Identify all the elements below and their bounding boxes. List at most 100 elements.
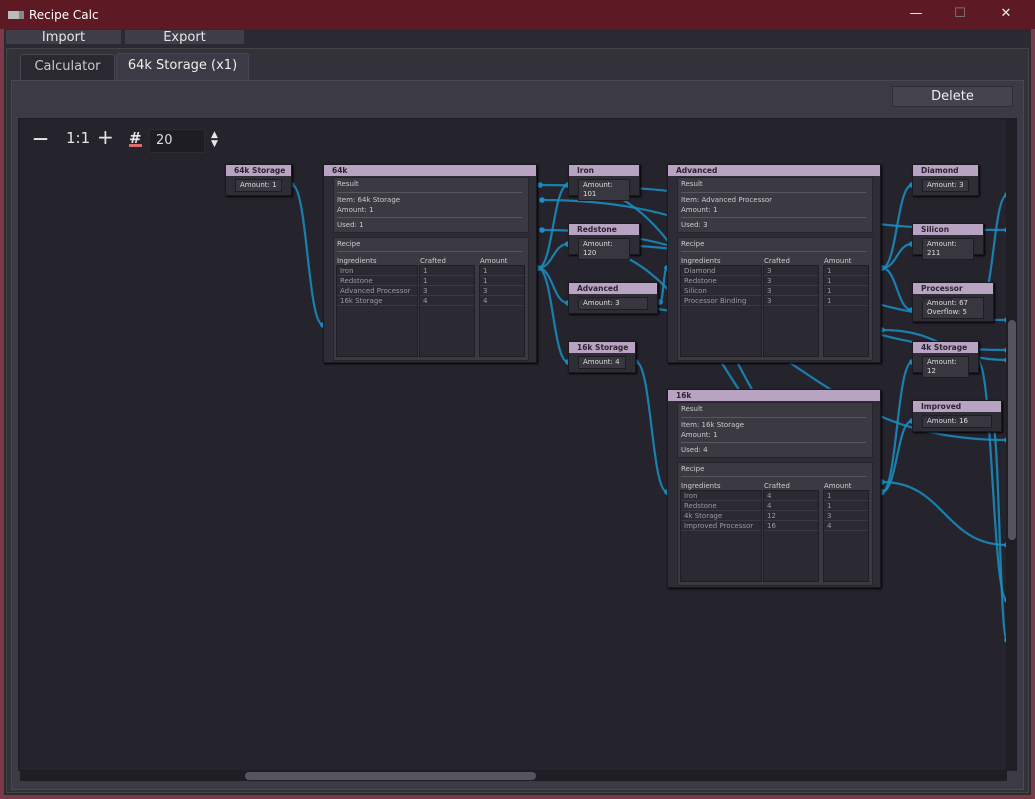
list-item[interactable]: Redstone	[681, 276, 761, 286]
item-node[interactable]: 4k Storage Amount: 12	[912, 341, 979, 378]
list-item[interactable]: 4	[764, 501, 818, 511]
scroll-thumb[interactable]	[245, 772, 536, 780]
list-item[interactable]: 1	[824, 266, 868, 276]
zoom-out-button[interactable]: —	[33, 129, 48, 151]
list-item[interactable]: 4	[764, 491, 818, 501]
node-title[interactable]: 4k Storage	[913, 342, 978, 353]
crafted-list[interactable]: 3333	[763, 265, 819, 357]
item-node[interactable]: Processor Binding Amount: 67 Overflow: 5	[912, 282, 994, 322]
tab-calculator[interactable]: Calculator	[20, 54, 115, 80]
item-node[interactable]: Diamond Amount: 3	[912, 164, 979, 196]
list-item[interactable]: 3	[824, 511, 868, 521]
list-item[interactable]: 16	[764, 521, 818, 531]
node-title[interactable]: Advanced	[668, 165, 880, 176]
port-dot[interactable]	[539, 227, 545, 233]
node-title[interactable]: 16k	[668, 390, 880, 401]
node-graph[interactable]: 64k Storage Amount: 1 Iron Amount: 101 Redst…	[18, 118, 1007, 771]
list-item[interactable]: 1	[824, 276, 868, 286]
item-node[interactable]: Improved Processor Amount: 16	[912, 400, 1002, 432]
close-button[interactable]: ✕	[996, 6, 1016, 22]
item-node[interactable]: Silicon Amount: 211	[912, 223, 984, 260]
horizontal-scrollbar[interactable]	[20, 771, 1007, 781]
list-item[interactable]: Diamond	[681, 266, 761, 276]
list-item[interactable]: 4	[480, 296, 524, 306]
node-title[interactable]: 64k Storage	[226, 165, 291, 176]
node-title[interactable]: Diamond	[913, 165, 978, 176]
list-item[interactable]: 3	[764, 276, 818, 286]
list-item[interactable]: 3	[420, 286, 474, 296]
amount-field[interactable]: Amount: 211	[922, 238, 974, 260]
item-node[interactable]: 16k Storage Amount: 4	[568, 341, 636, 373]
import-button[interactable]: Import	[5, 29, 122, 45]
list-item[interactable]: 4	[420, 296, 474, 306]
list-item[interactable]: 3	[764, 286, 818, 296]
grid-snap-icon[interactable]: #	[129, 129, 142, 147]
spinner-arrows-icon[interactable]: ▲ ▼	[211, 131, 218, 153]
node-title[interactable]: Iron	[569, 165, 639, 176]
port-dot[interactable]	[657, 299, 663, 305]
export-button[interactable]: Export	[124, 29, 245, 45]
amount-field[interactable]: Amount: 4	[578, 356, 626, 369]
list-item[interactable]: 12	[764, 511, 818, 521]
list-item[interactable]: 1	[824, 286, 868, 296]
delete-button[interactable]: Delete	[892, 86, 1013, 107]
recipe-node[interactable]: Advanced Result Item: Advanced Processor Am…	[667, 164, 881, 363]
ingredients-list[interactable]: Diamond Redstone Silicon Processor Binding	[680, 265, 762, 357]
list-item[interactable]: Iron	[337, 266, 417, 276]
node-title[interactable]: Advanced Processor	[569, 283, 657, 304]
list-item[interactable]: 4	[824, 521, 868, 531]
amount-field[interactable]: Amount: 1	[235, 179, 282, 192]
zoom-in-button[interactable]: +	[97, 125, 114, 149]
amount-field[interactable]: Amount: 101	[578, 179, 630, 201]
list-item[interactable]: Redstone	[337, 276, 417, 286]
list-item[interactable]: 4k Storage	[681, 511, 761, 521]
amount-field[interactable]: Amount: 12	[922, 356, 969, 378]
minimize-button[interactable]: —	[906, 6, 926, 22]
list-item[interactable]: 3	[764, 266, 818, 276]
amount-field[interactable]: Amount: 16	[922, 415, 992, 428]
list-item[interactable]: Processor Binding	[681, 296, 761, 306]
list-item[interactable]: 1	[420, 266, 474, 276]
crafted-list[interactable]: 1134	[419, 265, 475, 357]
node-title[interactable]: Processor Binding	[913, 283, 993, 304]
list-item[interactable]: 1	[824, 296, 868, 306]
amounts-list[interactable]: 1111	[823, 265, 869, 357]
scroll-thumb[interactable]	[1008, 320, 1016, 540]
list-item[interactable]: 16k Storage	[337, 296, 417, 306]
tab-64k-storage[interactable]: 64k Storage (x1)	[116, 53, 249, 81]
node-title[interactable]: 64k	[324, 165, 536, 176]
amount-field[interactable]: Amount: 3	[578, 297, 648, 310]
list-item[interactable]: Advanced Processor	[337, 286, 417, 296]
list-item[interactable]: 3	[480, 286, 524, 296]
list-item[interactable]: 1	[420, 276, 474, 286]
port-dot[interactable]	[537, 182, 543, 188]
recipe-node[interactable]: 64k Result Item: 64k Storage Amount: 1 Used:…	[323, 164, 537, 363]
ingredients-list[interactable]: Iron Redstone 4k Storage Improved Processor	[680, 490, 762, 582]
snap-distance-input[interactable]: 20	[149, 129, 205, 153]
amount-field[interactable]: Amount: 3	[922, 179, 969, 192]
list-item[interactable]: 1	[480, 266, 524, 276]
amounts-list[interactable]: 1134	[823, 490, 869, 582]
list-item[interactable]: Redstone	[681, 501, 761, 511]
list-item[interactable]: 3	[764, 296, 818, 306]
item-node[interactable]: Iron Amount: 101	[568, 164, 640, 201]
amount-field[interactable]: Amount: 67 Overflow: 5	[922, 297, 984, 319]
node-title[interactable]: Silicon	[913, 224, 983, 235]
item-node[interactable]: Advanced Processor Amount: 3	[568, 282, 658, 314]
node-title[interactable]: Improved Processor	[913, 401, 1001, 422]
list-item[interactable]: Iron	[681, 491, 761, 501]
list-item[interactable]: 1	[824, 491, 868, 501]
list-item[interactable]: 1	[824, 501, 868, 511]
vertical-scrollbar[interactable]	[1007, 118, 1017, 771]
amounts-list[interactable]: 1134	[479, 265, 525, 357]
list-item[interactable]: Improved Processor	[681, 521, 761, 531]
list-item[interactable]: Silicon	[681, 286, 761, 296]
crafted-list[interactable]: 4 4 12 16	[763, 490, 819, 582]
recipe-node[interactable]: 16k Result Item: 16k Storage Amount: 1 Used:…	[667, 389, 881, 588]
amount-field[interactable]: Amount: 120	[578, 238, 630, 260]
zoom-reset-button[interactable]: 1:1	[66, 129, 90, 151]
node-title[interactable]: 16k Storage	[569, 342, 635, 353]
port-dot[interactable]	[539, 197, 545, 203]
maximize-button[interactable]: ☐	[950, 6, 970, 22]
item-node[interactable]: Redstone Amount: 120	[568, 223, 640, 260]
